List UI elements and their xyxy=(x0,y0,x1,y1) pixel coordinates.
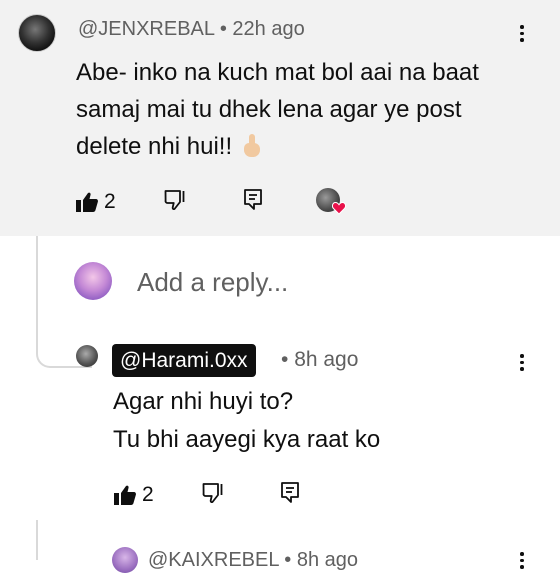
reply-more-options-icon[interactable] xyxy=(519,354,525,371)
comment-body: Abe- inko na kuch mat bol aai na baat sa… xyxy=(76,59,479,160)
like-count: 2 xyxy=(104,190,116,213)
reply-author-avatar[interactable] xyxy=(76,345,98,367)
heart-icon xyxy=(332,201,346,215)
point-up-hand-emoji xyxy=(241,134,263,158)
next-reply-avatar[interactable] xyxy=(112,547,138,573)
reply-like-icon[interactable] xyxy=(114,485,136,505)
more-options-icon[interactable] xyxy=(519,25,525,42)
reply-line-1: Agar nhi huyi to? xyxy=(113,388,294,415)
reply-dislike-icon[interactable] xyxy=(202,483,224,503)
comment-header: @JENXREBAL • 22h ago xyxy=(78,18,305,41)
reply-time-line: • 8h ago xyxy=(281,348,358,372)
reply-line-2: Tu bhi aayegi kya raat ko xyxy=(113,426,381,453)
reply-text: Agar nhi huyi to? Tu bhi aayegi kya raat… xyxy=(113,383,380,459)
reply-actions: 2 xyxy=(114,483,154,507)
add-reply-input[interactable]: Add a reply... xyxy=(137,267,288,298)
reply-time: 8h ago xyxy=(294,348,359,371)
reply-icon[interactable] xyxy=(242,188,264,210)
user-avatar xyxy=(74,262,112,300)
separator-dot: • xyxy=(219,18,233,40)
commenter-avatar[interactable] xyxy=(18,14,56,52)
reply-reply-icon[interactable] xyxy=(279,481,301,503)
thread-line-continued xyxy=(36,520,92,560)
next-reply-more-options-icon[interactable] xyxy=(519,552,525,569)
reply-like-count: 2 xyxy=(142,483,154,506)
comment-time: 22h ago xyxy=(232,18,305,40)
dislike-icon[interactable] xyxy=(164,190,186,210)
reply-author-handle[interactable]: @Harami.0xx xyxy=(112,344,256,377)
separator-dot: • xyxy=(281,348,295,371)
commenter-handle[interactable]: @JENXREBAL xyxy=(78,18,214,40)
comment-actions: 2 xyxy=(76,190,116,214)
comment-text: Abe- inko na kuch mat bol aai na baat sa… xyxy=(76,54,526,165)
like-icon[interactable] xyxy=(76,192,98,212)
next-reply-header[interactable]: @KAIXREBEL • 8h ago xyxy=(148,549,358,572)
